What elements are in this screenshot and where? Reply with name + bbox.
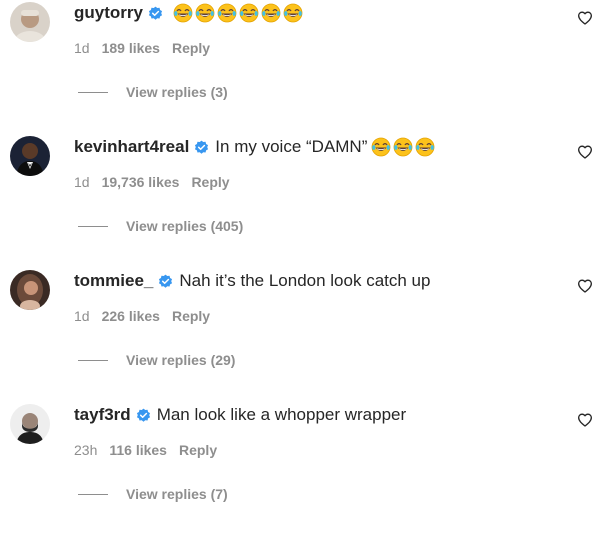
view-replies-button[interactable]: View replies (3) [78,84,228,100]
emoji-row [173,3,305,23]
comment-item: kevinhart4real In my voice “DAMN” 1d 19,7… [0,134,600,268]
comment-item: guytorry 1d 189 likes Reply View replies (… [0,0,600,134]
verified-badge-icon [158,274,173,289]
comment-meta: 23h 116 likes Reply [74,442,229,458]
replies-divider [78,359,108,361]
view-replies-button[interactable]: View replies (29) [78,352,235,368]
avatar[interactable] [10,404,50,444]
comment-item: tommiee_ Nah it’s the London look catch … [0,268,600,402]
verified-badge-icon [148,6,163,21]
comment-meta: 1d 189 likes Reply [74,40,222,56]
username[interactable]: tayf3rd [74,405,131,425]
joy-emoji-icon [217,3,237,23]
emoji-row [371,137,437,157]
comment-time: 1d [74,40,90,56]
joy-emoji-icon [239,3,259,23]
joy-emoji-icon [261,3,281,23]
likes-count[interactable]: 189 likes [102,40,160,56]
replies-divider [78,493,108,495]
likes-count[interactable]: 19,736 likes [102,174,180,190]
comment-time: 1d [74,174,90,190]
username[interactable]: tommiee_ [74,271,153,291]
likes-count[interactable]: 116 likes [109,442,167,458]
verified-badge-icon [194,140,209,155]
view-replies-button[interactable]: View replies (405) [78,218,243,234]
avatar[interactable] [10,270,50,310]
comment-time: 23h [74,442,98,458]
replies-divider [78,225,108,227]
reply-button[interactable]: Reply [191,174,229,190]
view-replies-label: View replies (7) [126,486,228,502]
joy-emoji-icon [283,3,303,23]
joy-emoji-icon [415,137,435,157]
like-heart-icon[interactable] [577,10,593,26]
comment-meta: 1d 19,736 likes Reply [74,174,242,190]
joy-emoji-icon [195,3,215,23]
likes-count[interactable]: 226 likes [102,308,160,324]
replies-divider [78,91,108,93]
avatar[interactable] [10,136,50,176]
like-heart-icon[interactable] [577,412,593,428]
comment-time: 1d [74,308,90,324]
joy-emoji-icon [371,137,391,157]
reply-button[interactable]: Reply [179,442,217,458]
username[interactable]: kevinhart4real [74,137,189,157]
joy-emoji-icon [393,137,413,157]
view-replies-button[interactable]: View replies (7) [78,486,228,502]
joy-emoji-icon [173,3,193,23]
comment-item: tayf3rd Man look like a whopper wrapper … [0,402,600,536]
view-replies-label: View replies (405) [126,218,244,234]
comment-meta: 1d 226 likes Reply [74,308,222,324]
comment-text: Man look like a whopper wrapper [156,405,407,424]
reply-button[interactable]: Reply [172,40,210,56]
view-replies-label: View replies (29) [126,352,236,368]
view-replies-label: View replies (3) [126,84,228,100]
like-heart-icon[interactable] [577,144,593,160]
avatar[interactable] [10,2,50,42]
reply-button[interactable]: Reply [172,308,210,324]
verified-badge-icon [136,408,151,423]
like-heart-icon[interactable] [577,278,593,294]
comment-text: Nah it’s the London look catch up [179,271,431,290]
comment-text: In my voice “DAMN” [215,137,368,156]
username[interactable]: guytorry [74,3,143,23]
